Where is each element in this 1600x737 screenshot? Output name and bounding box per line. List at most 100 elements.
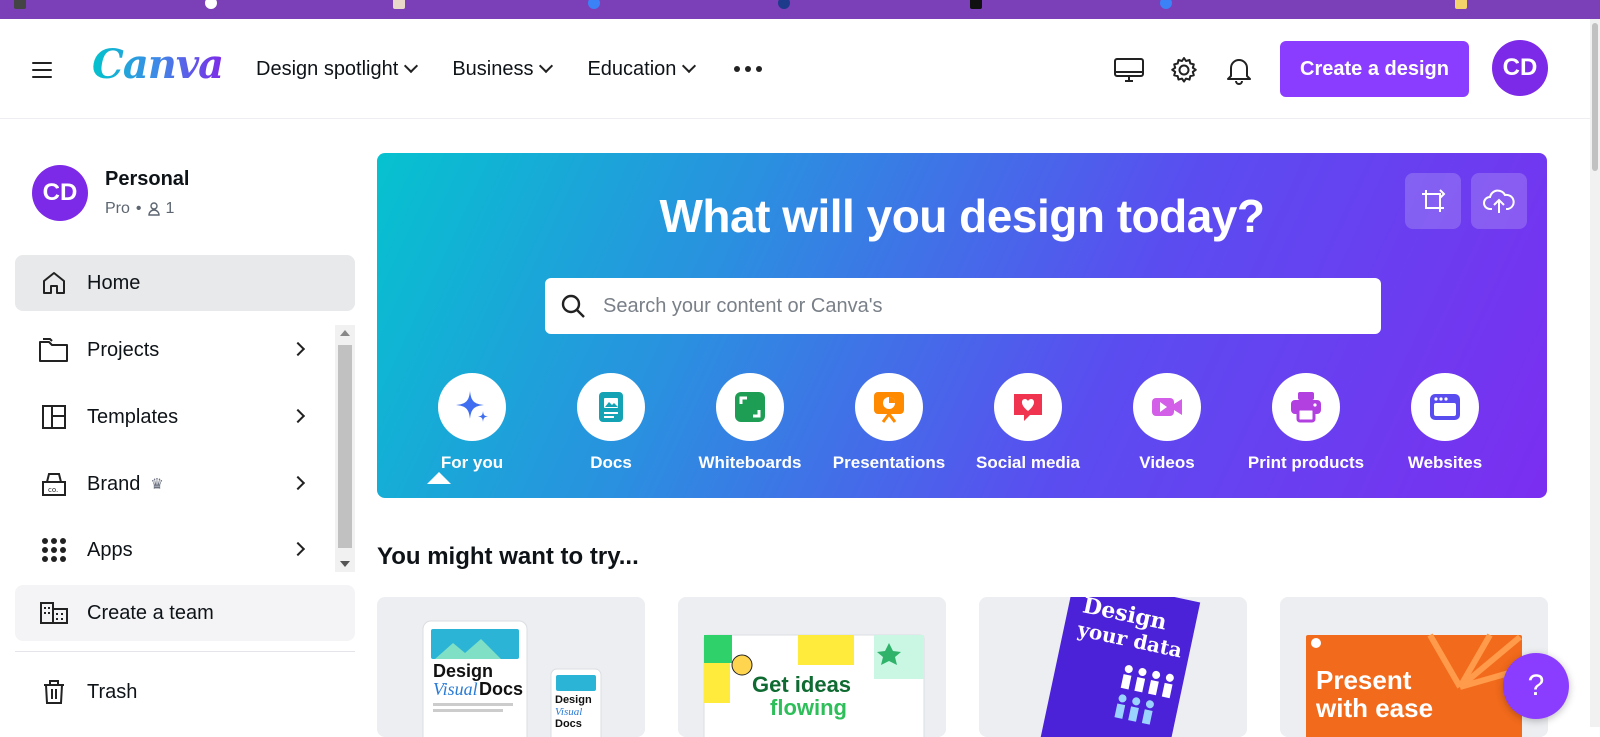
sidebar-item-trash[interactable]: Trash (15, 664, 355, 720)
bookmark-item[interactable] (970, 0, 982, 10)
category-print-products[interactable]: Print products (1236, 373, 1376, 473)
scroll-down-arrow-icon[interactable] (340, 561, 350, 567)
design-categories: For you Docs Whiteboards Presentations S… (377, 373, 1547, 484)
chevron-right-icon (290, 341, 306, 357)
bookmark-item[interactable] (1160, 0, 1172, 10)
search-input[interactable] (603, 294, 1363, 318)
profile-avatar[interactable]: CD (32, 165, 88, 221)
hero-banner: What will you design today? For you Docs… (377, 153, 1547, 498)
profile-meta: Pro • 1 (105, 200, 174, 218)
page-scrollbar-thumb[interactable] (1592, 23, 1598, 171)
apps-grid-icon (37, 533, 71, 567)
browser-bookmarks-bar (0, 0, 1600, 19)
upload-cloud-icon[interactable] (1471, 173, 1527, 229)
sidebar-item-label: Brand (87, 472, 141, 495)
templates-icon (37, 400, 71, 434)
sidebar-item-home[interactable]: Home (15, 255, 355, 311)
chevron-right-icon (290, 475, 306, 491)
category-presentations[interactable]: Presentations (819, 373, 959, 473)
sidebar-item-label: Create a team (87, 601, 214, 624)
bookmark-item[interactable] (1455, 0, 1467, 10)
category-label: Websites (1407, 453, 1483, 472)
category-for-you[interactable]: For you (402, 373, 542, 473)
card-text: Design (555, 694, 592, 706)
whiteboard-icon (716, 373, 784, 441)
category-label: Videos (1139, 453, 1195, 472)
plan-label: Pro (105, 200, 130, 217)
card-text: Design (433, 661, 493, 681)
chevron-down-icon (682, 58, 697, 74)
menu-label: Design spotlight (256, 57, 399, 80)
bookmark-item[interactable] (205, 0, 217, 10)
card-text: Docs (479, 679, 523, 699)
hero-title: What will you design today? (659, 190, 1265, 242)
sparkle-icon (438, 373, 506, 441)
settings-gear-icon[interactable] (1167, 53, 1201, 87)
person-icon (147, 202, 160, 216)
category-label: For you (440, 453, 504, 472)
search-bar[interactable] (545, 278, 1381, 334)
card-text: with ease (1315, 693, 1433, 723)
category-label: Presentations (832, 453, 946, 472)
card-text: Present (1316, 665, 1412, 695)
create-a-design-button[interactable]: Create a design (1280, 41, 1469, 97)
canva-logo[interactable]: Canva (92, 41, 224, 88)
category-docs[interactable]: Docs (541, 373, 681, 473)
card-text: Get ideas (752, 672, 851, 697)
chevron-right-icon (290, 541, 306, 557)
chevron-right-icon (290, 408, 306, 424)
desktop-app-icon[interactable] (1112, 53, 1146, 87)
menu-design-spotlight[interactable]: Design spotlight (256, 57, 419, 81)
category-label: Whiteboards (698, 453, 802, 472)
svg-text:co.: co. (48, 486, 58, 494)
sidebar-item-label: Templates (87, 405, 179, 428)
category-videos[interactable]: Videos (1097, 373, 1237, 473)
folder-icon (37, 333, 71, 367)
more-options-icon[interactable] (734, 57, 763, 81)
suggestion-card-data[interactable]: Design your data (979, 597, 1247, 737)
scroll-up-arrow-icon[interactable] (340, 330, 350, 336)
suggestion-card-visual-docs[interactable]: Design Visual Docs Design Visual Docs (377, 597, 645, 737)
main-menu: Design spotlight Business Education (256, 57, 763, 81)
page-scrollbar[interactable] (1590, 19, 1600, 727)
sidebar-item-brand[interactable]: co. Brand ♛ (15, 456, 355, 512)
crown-icon: ♛ (150, 476, 164, 493)
hamburger-menu-icon[interactable] (30, 57, 56, 81)
member-count: 1 (165, 200, 175, 217)
help-button[interactable]: ? (1503, 653, 1569, 719)
menu-business[interactable]: Business (452, 57, 554, 81)
top-navigation: Canva Design spotlight Business Educatio… (0, 19, 1590, 119)
presentation-icon (855, 373, 923, 441)
bookmark-item[interactable] (14, 0, 26, 10)
suggestion-card-whiteboard[interactable]: Get ideas flowing (678, 597, 946, 737)
visual-docs-thumbnail: Design Visual Docs Design Visual Docs (422, 620, 602, 737)
card-text: flowing (770, 695, 847, 720)
notifications-bell-icon[interactable] (1222, 53, 1256, 87)
category-websites[interactable]: Websites (1375, 373, 1515, 473)
sidebar-item-templates[interactable]: Templates (15, 389, 355, 445)
home-icon (37, 266, 71, 300)
category-whiteboards[interactable]: Whiteboards (680, 373, 820, 473)
sidebar-item-projects[interactable]: Projects (15, 322, 355, 378)
resize-icon[interactable] (1405, 173, 1461, 229)
card-text: Visual (433, 679, 478, 699)
category-social-media[interactable]: Social media (958, 373, 1098, 473)
profile-name[interactable]: Personal (105, 168, 189, 191)
bookmark-item[interactable] (393, 0, 405, 10)
menu-label: Business (452, 57, 534, 80)
sidebar-scrollbar[interactable] (335, 325, 355, 572)
sidebar-item-create-team[interactable]: Create a team (15, 585, 355, 641)
menu-education[interactable]: Education (587, 58, 697, 81)
category-more[interactable]: M (1514, 373, 1547, 473)
search-icon (559, 292, 587, 320)
sidebar-item-apps[interactable]: Apps (15, 522, 355, 578)
bookmark-item[interactable] (778, 0, 790, 10)
card-text: Docs (555, 718, 582, 730)
sidebar-item-label: Trash (87, 680, 138, 703)
trash-icon (37, 675, 71, 709)
sidebar-scrollbar-thumb[interactable] (338, 345, 352, 548)
printer-icon (1272, 373, 1340, 441)
account-avatar[interactable]: CD (1492, 40, 1548, 96)
whiteboard-thumbnail: Get ideas flowing (703, 634, 925, 737)
bookmark-item[interactable] (588, 0, 600, 10)
